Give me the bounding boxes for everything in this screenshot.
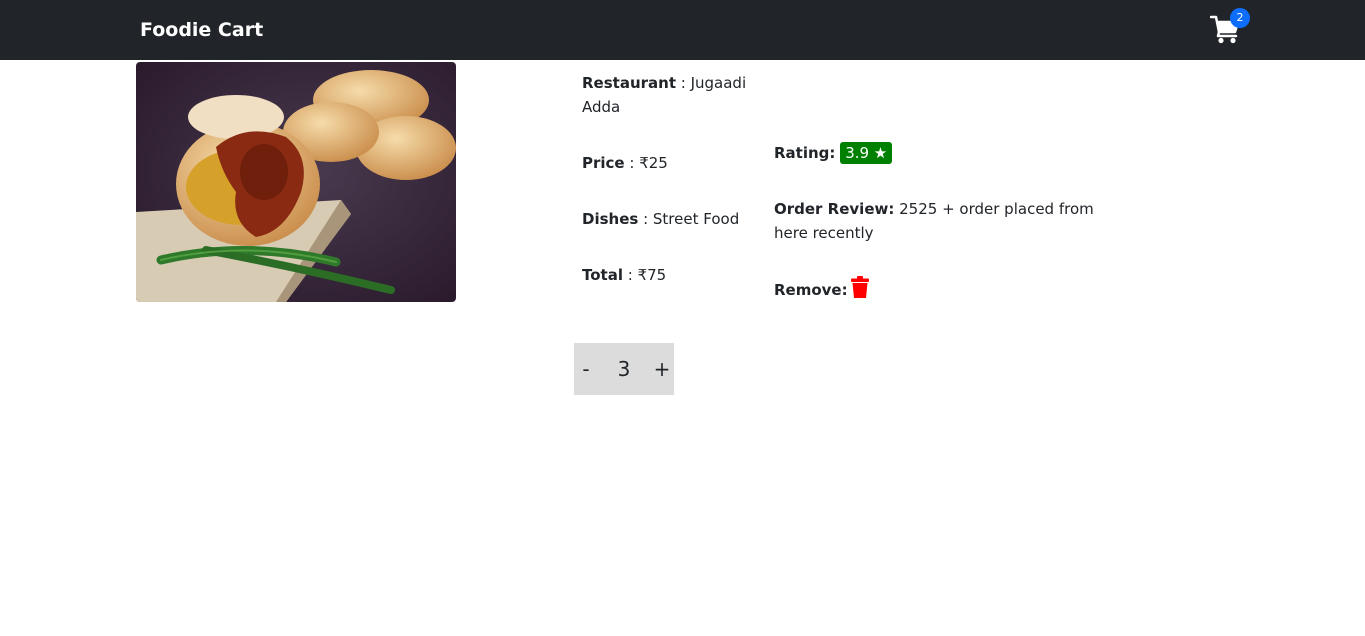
brand-title[interactable]: Foodie Cart: [140, 17, 263, 43]
restaurant-label: Restaurant: [582, 74, 676, 92]
increase-quantity-button[interactable]: +: [650, 343, 674, 395]
dishes-label: Dishes: [582, 210, 639, 228]
price-label: Price: [582, 154, 625, 172]
remove-info: Remove:: [774, 276, 869, 305]
rating-badge: 3.9 ★: [840, 142, 893, 164]
dishes-sep: :: [638, 210, 653, 228]
quantity-value: 3: [617, 357, 631, 381]
restaurant-sep: :: [676, 74, 691, 92]
total-info: Total : ₹75: [582, 263, 666, 287]
decrease-quantity-button[interactable]: -: [574, 343, 598, 395]
review-info: Order Review: 2525 + order placed from h…: [774, 197, 1124, 245]
price-info: Price : ₹25: [582, 151, 668, 175]
rating-label: Rating:: [774, 144, 836, 162]
total-value: ₹75: [637, 266, 667, 284]
total-sep: :: [622, 266, 638, 284]
quantity-stepper: - 3 +: [574, 343, 674, 395]
trash-icon: [850, 276, 869, 298]
dishes-info: Dishes : Street Food: [582, 207, 739, 231]
price-value: ₹25: [639, 154, 668, 172]
restaurant-info: Restaurant : Jugaadi Adda: [582, 71, 752, 119]
review-label: Order Review:: [774, 200, 895, 218]
food-image: [136, 62, 456, 302]
remove-button[interactable]: [850, 276, 869, 305]
remove-label: Remove:: [774, 281, 848, 299]
cart-count-badge: 2: [1230, 8, 1250, 28]
navbar: Foodie Cart 2: [0, 0, 1365, 60]
total-label: Total: [582, 266, 623, 284]
rating-info: Rating: 3.9 ★: [774, 141, 893, 165]
price-sep: :: [624, 154, 640, 172]
dishes-value: Street Food: [652, 210, 740, 228]
